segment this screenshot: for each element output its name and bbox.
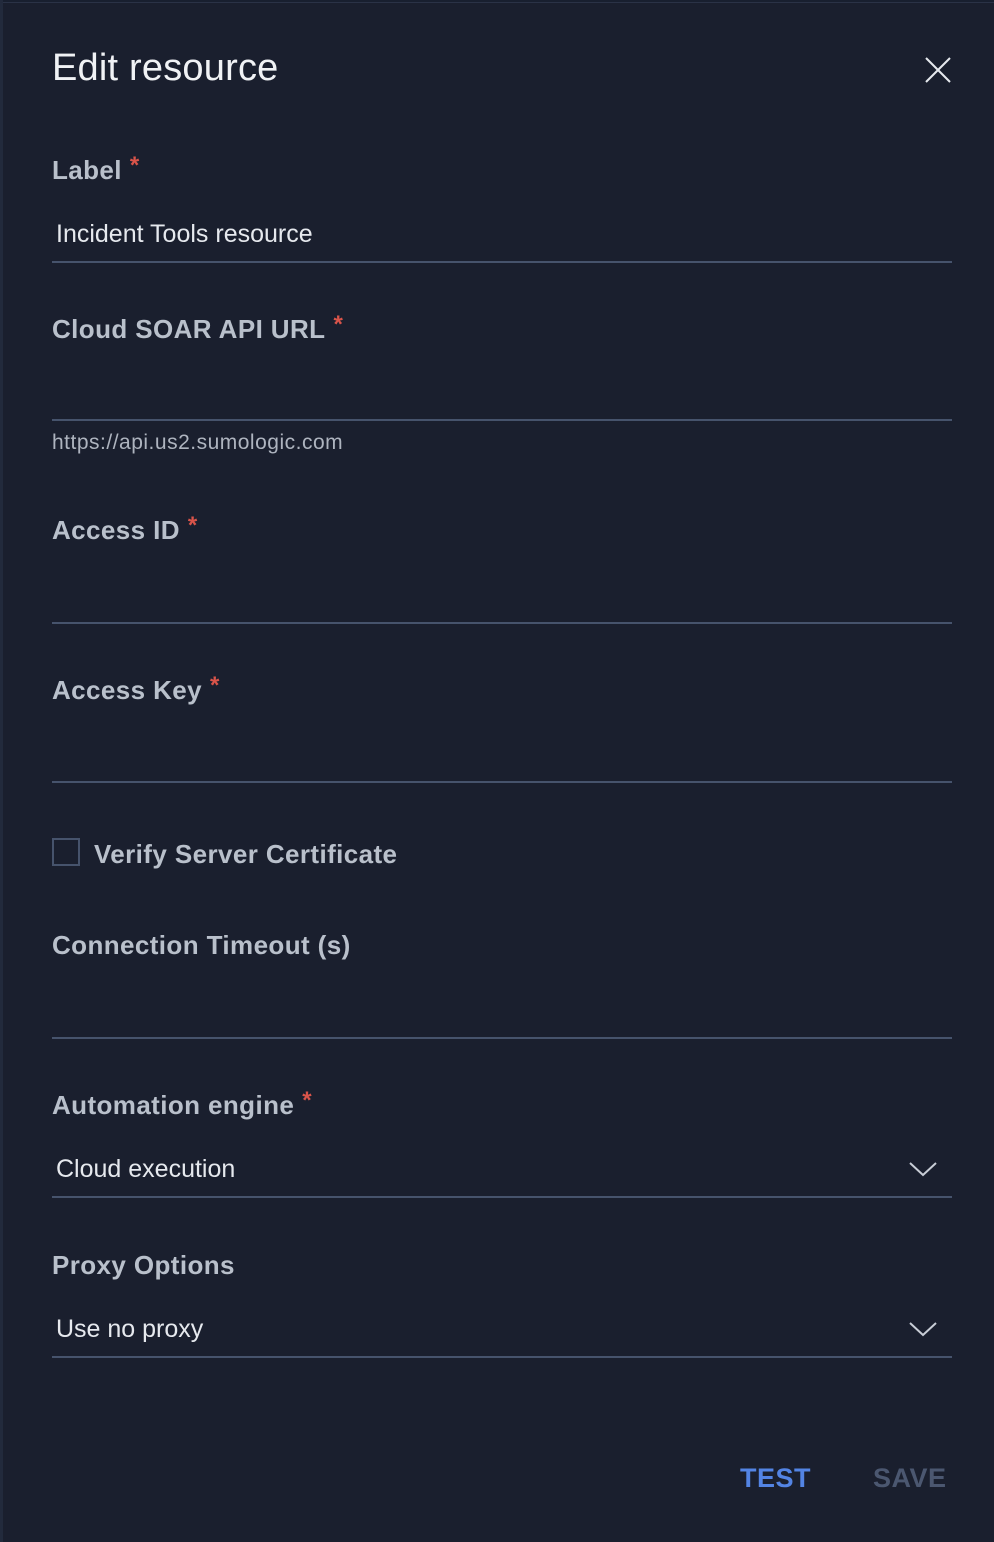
close-button[interactable] bbox=[921, 53, 955, 87]
api-url-hint: https://api.us2.sumologic.com bbox=[52, 431, 344, 454]
required-marker: * bbox=[187, 512, 198, 539]
proxy-options-selected: Use no proxy bbox=[56, 1315, 204, 1343]
label-text: Cloud SOAR API URL bbox=[52, 314, 326, 344]
label-input[interactable]: Incident Tools resource bbox=[52, 213, 952, 263]
label-text: Access ID bbox=[52, 515, 180, 545]
dialog-title: Edit resource bbox=[52, 47, 279, 89]
access-key-input[interactable] bbox=[52, 733, 952, 783]
label-input-value: Incident Tools resource bbox=[56, 220, 313, 248]
test-button[interactable]: TEST bbox=[740, 1463, 811, 1494]
api-url-field-label: Cloud SOAR API URL * bbox=[52, 311, 344, 345]
verify-certificate-checkbox[interactable] bbox=[52, 838, 80, 866]
required-marker: * bbox=[302, 1087, 312, 1114]
verify-certificate-label[interactable]: Verify Server Certificate bbox=[94, 839, 397, 870]
timeout-field-label: Connection Timeout (s) bbox=[52, 930, 351, 961]
automation-engine-selected: Cloud execution bbox=[56, 1155, 236, 1183]
chevron-down-icon bbox=[909, 1162, 937, 1177]
save-button[interactable]: SAVE bbox=[873, 1463, 947, 1494]
label-text: Label bbox=[52, 155, 122, 185]
proxy-options-field-label: Proxy Options bbox=[52, 1250, 235, 1281]
chevron-down-icon bbox=[909, 1322, 937, 1337]
close-icon bbox=[925, 57, 951, 83]
access-id-field-label: Access ID * bbox=[52, 512, 198, 546]
required-marker: * bbox=[129, 152, 140, 179]
required-marker: * bbox=[333, 311, 344, 338]
label-text: Access Key bbox=[52, 675, 202, 705]
label-text: Proxy Options bbox=[52, 1250, 235, 1280]
label-text: Automation engine bbox=[52, 1090, 295, 1120]
access-id-input[interactable] bbox=[52, 574, 952, 624]
label-text: Connection Timeout (s) bbox=[52, 930, 351, 960]
access-key-field-label: Access Key * bbox=[52, 672, 220, 706]
api-url-input[interactable] bbox=[52, 371, 952, 421]
label-field-label: Label * bbox=[52, 152, 140, 186]
proxy-options-select[interactable]: Use no proxy bbox=[52, 1308, 952, 1358]
automation-engine-select[interactable]: Cloud execution bbox=[52, 1148, 952, 1198]
edit-resource-dialog: Edit resource Label * Incident Tools reso… bbox=[3, 2, 994, 1542]
required-marker: * bbox=[210, 672, 220, 699]
timeout-input[interactable] bbox=[52, 989, 952, 1039]
automation-engine-field-label: Automation engine * bbox=[52, 1087, 312, 1121]
